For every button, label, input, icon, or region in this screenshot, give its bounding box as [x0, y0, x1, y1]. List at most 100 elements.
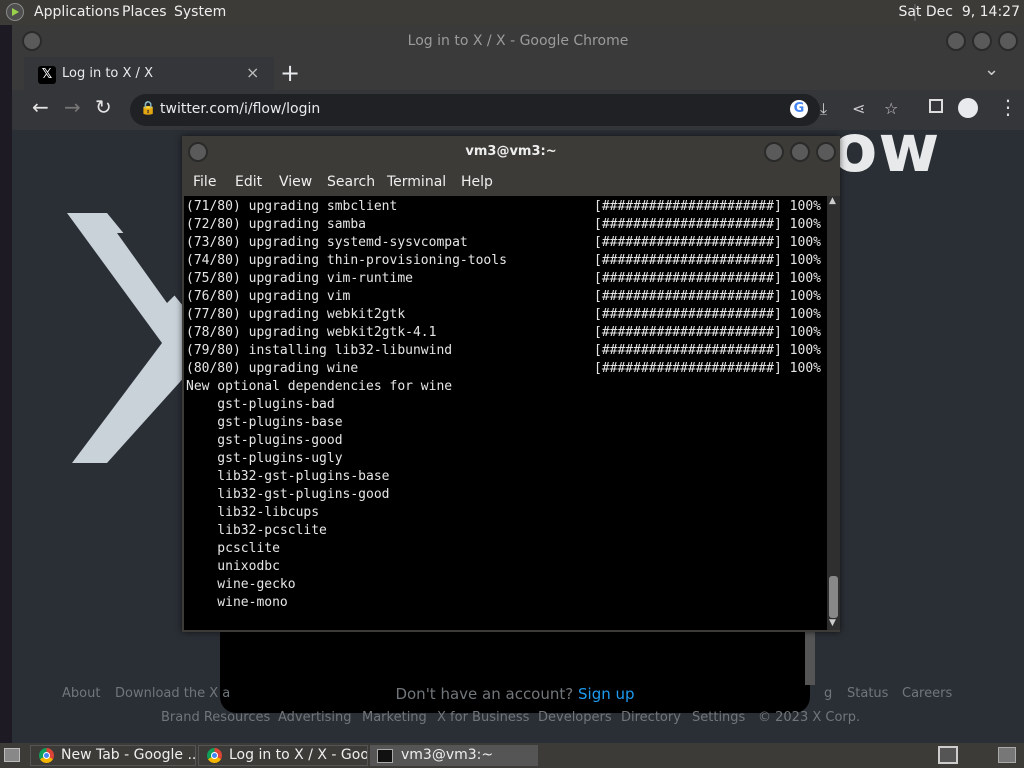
footer-link-brand[interactable]: Brand Resources [161, 710, 270, 725]
chrome-titlebar[interactable]: Log in to X / X - Google Chrome [12, 25, 1024, 57]
terminal-progress-line: [######################] 100% [594, 289, 821, 304]
tab-close-icon[interactable]: × [246, 63, 259, 82]
terminal-line: gst-plugins-bad [186, 397, 335, 412]
terminal-line: wine-gecko [186, 577, 296, 592]
x-favicon-icon: 𝕏 [38, 66, 56, 84]
terminal-line: (76/80) upgrading vim [186, 289, 351, 304]
close-window-button[interactable] [998, 31, 1018, 51]
footer-link-business[interactable]: X for Business [437, 710, 529, 725]
page-headline: ow [832, 110, 941, 187]
footer-link-careers[interactable]: Careers [902, 686, 952, 701]
places-menu[interactable]: Places [122, 4, 167, 20]
terminal-progress-line: [######################] 100% [594, 235, 821, 250]
terminal-line: lib32-libcups [186, 505, 320, 520]
terminal-line: gst-plugins-good [186, 433, 343, 448]
modal-scrollbar[interactable] [805, 625, 815, 685]
trash-icon[interactable] [998, 747, 1016, 763]
maximize-button[interactable] [972, 31, 992, 51]
terminal-line: (78/80) upgrading webkit2gtk-4.1 [186, 325, 437, 340]
profile-avatar[interactable] [958, 98, 978, 118]
terminal-output[interactable]: (71/80) upgrading smbclient (72/80) upgra… [184, 196, 827, 630]
terminal-minimize-button[interactable] [764, 142, 784, 162]
window-title: Log in to X / X - Google Chrome [407, 33, 629, 49]
x-logo-icon [67, 213, 197, 463]
terminal-line: (80/80) upgrading wine [186, 361, 359, 376]
terminal-menu-search[interactable]: Search [327, 174, 375, 190]
terminal-menu-edit[interactable]: Edit [235, 174, 262, 190]
chrome-icon [207, 748, 222, 763]
address-bar[interactable]: 🔒 twitter.com/i/flow/login G ⤓ ⋖ ☆ [130, 94, 898, 126]
clock[interactable]: Sat Dec 9, 14:27 [898, 4, 1020, 20]
system-menu[interactable]: System [174, 4, 226, 20]
minimize-button[interactable] [946, 31, 966, 51]
top-panel: Applications Places System Sat Dec 9, 14… [0, 0, 1024, 25]
reload-icon[interactable]: ↻ [95, 95, 112, 119]
terminal-line: gst-plugins-base [186, 415, 343, 430]
google-lens-icon[interactable]: G [790, 100, 808, 118]
terminal-line: gst-plugins-ugly [186, 451, 343, 466]
footer-link-blog[interactable]: g [824, 686, 832, 701]
terminal-titlebar[interactable]: vm3@vm3:~ [182, 136, 840, 168]
more-menu-icon[interactable]: ⋮ [998, 95, 1018, 119]
task-label: Log in to X / X - Goo... [229, 747, 368, 763]
terminal-progress-line: [######################] 100% [594, 307, 821, 322]
footer-link-advertising[interactable]: Advertising [278, 710, 352, 725]
new-tab-button[interactable]: + [280, 59, 300, 87]
terminal-scrollbar[interactable]: ▲ ▼ [827, 196, 840, 630]
forward-icon[interactable]: → [64, 95, 81, 119]
bottom-taskbar: New Tab - Google ... Log in to X / X - G… [0, 743, 1024, 768]
terminal-progress-line: [######################] 100% [594, 199, 821, 214]
terminal-progress-line: [######################] 100% [594, 253, 821, 268]
task-new-tab-chrome[interactable]: New Tab - Google ... [30, 745, 196, 766]
footer-link-marketing[interactable]: Marketing [362, 710, 427, 725]
back-icon[interactable]: ← [32, 95, 49, 119]
terminal-line: (74/80) upgrading thin-provisioning-tool… [186, 253, 507, 268]
terminal-menu-terminal[interactable]: Terminal [387, 174, 446, 190]
footer-link-download[interactable]: Download the X a [115, 686, 230, 701]
tab-title: Log in to X / X [62, 66, 153, 81]
signup-link[interactable]: Sign up [578, 685, 635, 703]
terminal-menu-help[interactable]: Help [461, 174, 493, 190]
terminal-progress-line: [######################] 100% [594, 343, 821, 358]
footer-link-developers[interactable]: Developers [538, 710, 612, 725]
url-text[interactable]: twitter.com/i/flow/login [160, 101, 320, 117]
terminal-progress-column: [######################] 100% [##########… [594, 198, 821, 378]
terminal-title: vm3@vm3:~ [465, 144, 557, 159]
terminal-close-button[interactable] [816, 142, 836, 162]
terminal-menu-file[interactable]: File [193, 174, 216, 190]
task-login-x-chrome[interactable]: Log in to X / X - Goo... [198, 745, 368, 766]
footer-link-directory[interactable]: Directory [621, 710, 681, 725]
lock-icon[interactable]: 🔒 [140, 101, 156, 116]
terminal-icon [377, 749, 393, 763]
terminal-line: pcsclite [186, 541, 280, 556]
terminal-progress-line: [######################] 100% [594, 325, 821, 340]
terminal-menu-view[interactable]: View [279, 174, 312, 190]
terminal-line: lib32-pcsclite [186, 523, 327, 538]
footer-copyright: © 2023 X Corp. [758, 710, 861, 725]
task-terminal[interactable]: vm3@vm3:~ [370, 745, 538, 766]
show-desktop-icon[interactable] [4, 748, 20, 762]
distro-logo-icon[interactable] [6, 3, 24, 21]
desktop-background [0, 25, 12, 743]
applications-menu[interactable]: Applications [34, 4, 120, 20]
terminal-line: (73/80) upgrading systemd-sysvcompat [186, 235, 468, 250]
install-icon[interactable]: ⤓ [820, 99, 827, 119]
footer-link-status[interactable]: Status [847, 686, 888, 701]
terminal-line: (77/80) upgrading webkit2gtk [186, 307, 406, 322]
footer-link-about[interactable]: About [62, 686, 100, 701]
terminal-line: lib32-gst-plugins-good [186, 487, 390, 502]
task-label: New Tab - Google ... [61, 747, 196, 763]
terminal-scroll-thumb[interactable] [829, 576, 838, 618]
chrome-icon [39, 748, 54, 763]
terminal-line: (79/80) installing lib32-libunwind [186, 343, 453, 358]
scroll-up-icon[interactable]: ▲ [829, 196, 836, 206]
scroll-down-icon[interactable]: ▼ [829, 618, 836, 628]
terminal-maximize-button[interactable] [790, 142, 810, 162]
terminal-lines: (71/80) upgrading smbclient (72/80) upgra… [186, 198, 507, 612]
tab-search-icon[interactable]: ⌄ [984, 59, 999, 80]
footer-link-settings[interactable]: Settings [692, 710, 745, 725]
task-label: vm3@vm3:~ [401, 747, 494, 763]
terminal-line: wine-mono [186, 595, 288, 610]
workspace-switcher[interactable] [938, 746, 958, 764]
terminal-line: (75/80) upgrading vim-runtime [186, 271, 413, 286]
